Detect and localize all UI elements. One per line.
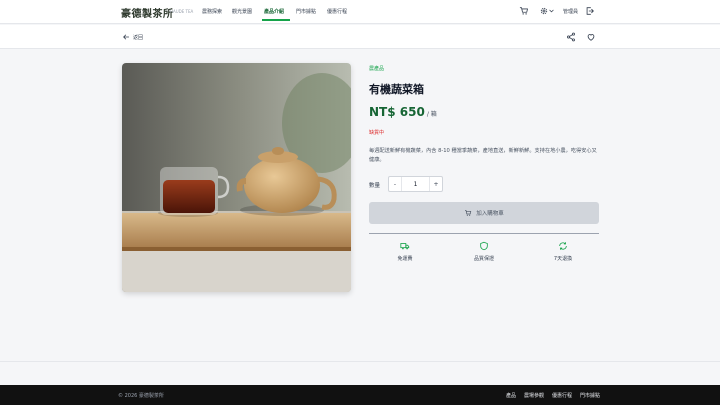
quantity-label: 數量 (369, 183, 381, 189)
feature-free-shipping: 免運費 (375, 241, 435, 262)
back-label: 返回 (133, 34, 144, 41)
top-navbar: 豪德製茶所 HAUDE TEA 農務探索 觀光景園 產品介紹 門市據點 優惠行程… (0, 0, 720, 24)
product-category[interactable]: 農產品 (369, 65, 384, 72)
logout-icon[interactable] (585, 6, 595, 16)
product-description: 每週配送新鮮有機蔬菜，內含 8-10 種當季蔬菜，產地直送，新鮮新鮮。支持在地小… (369, 148, 597, 163)
price-unit: / 箱 (426, 111, 437, 118)
arrow-left-icon (123, 34, 130, 40)
section-divider (369, 233, 599, 234)
feature-label: 品質保證 (473, 256, 494, 262)
price-row: NT$ 650 / 箱 (369, 105, 437, 119)
brand-subtitle: HAUDE TEA (170, 9, 194, 14)
shield-icon (480, 241, 488, 251)
add-to-cart-button[interactable]: 加入購物車 (369, 202, 599, 224)
brand-logo[interactable]: 豪德製茶所 (121, 5, 174, 20)
decrement-button[interactable]: - (389, 177, 402, 191)
back-button[interactable]: 返回 (122, 32, 143, 42)
cart-icon[interactable] (519, 6, 529, 16)
product-title: 有機蔬菜箱 (369, 83, 424, 96)
footer-link-stores[interactable]: 門市據點 (580, 392, 600, 399)
teapot-photo (122, 63, 351, 292)
nav-farm-explore[interactable]: 農務探索 (202, 8, 222, 15)
product-image (122, 63, 351, 292)
footer-link-tours[interactable]: 優惠行程 (552, 392, 572, 399)
nav-products[interactable]: 產品介紹 (264, 8, 284, 15)
feature-quality: 品質保證 (454, 241, 514, 262)
quantity-value[interactable]: 1 (402, 177, 429, 191)
footer-link-products[interactable]: 產品 (506, 392, 516, 399)
footer-link-farm-tour[interactable]: 農場參觀 (524, 392, 544, 399)
increment-button[interactable]: + (429, 177, 442, 191)
feature-label: 7天退換 (553, 256, 573, 262)
share-icon[interactable] (566, 32, 576, 42)
truck-icon (400, 243, 410, 250)
heart-icon[interactable] (586, 32, 596, 42)
chevron-down-icon[interactable] (548, 6, 555, 16)
nav-active-indicator (262, 19, 290, 21)
feature-label: 免運費 (397, 256, 413, 262)
admin-label[interactable]: 管理員 (563, 8, 578, 15)
footer: © 2026 豪德製茶所 產品 農場參觀 優惠行程 門市據點 (0, 385, 720, 405)
product-price: NT$ 650 (369, 105, 425, 119)
quantity-stepper: - 1 + (388, 176, 443, 192)
feature-returns: 7天退換 (533, 241, 593, 262)
refresh-icon (559, 242, 567, 250)
stock-status: 缺貨中 (369, 130, 385, 136)
cart-icon (465, 210, 472, 216)
nav-tourism[interactable]: 觀光景園 (232, 8, 252, 15)
page-toolbar: 返回 (0, 25, 720, 49)
add-to-cart-label: 加入購物車 (476, 211, 504, 217)
footer-divider (0, 361, 720, 362)
nav-tours[interactable]: 優惠行程 (327, 8, 347, 15)
copyright: © 2026 豪德製茶所 (118, 393, 164, 399)
nav-stores[interactable]: 門市據點 (296, 8, 316, 15)
